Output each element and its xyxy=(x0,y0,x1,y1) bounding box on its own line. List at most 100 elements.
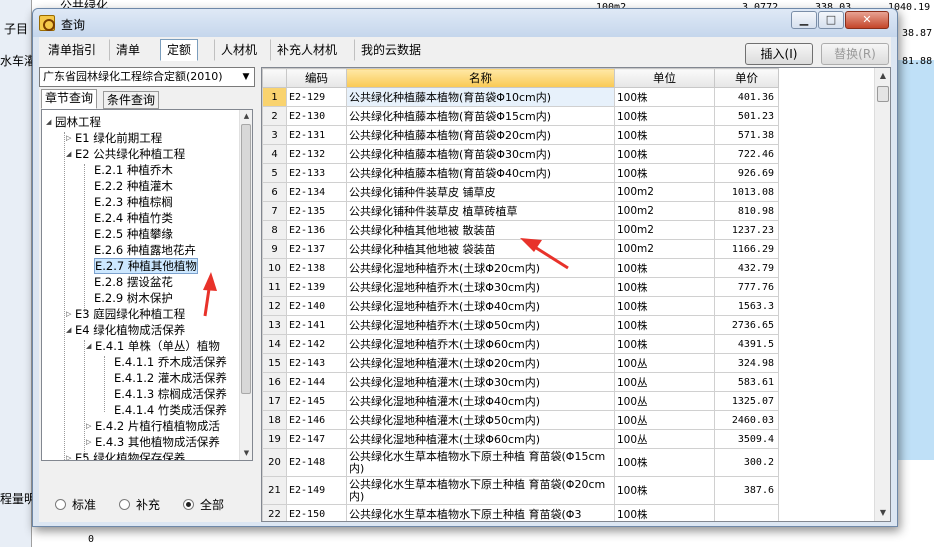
code-cell[interactable]: E2-138 xyxy=(286,258,347,278)
code-cell[interactable]: E2-141 xyxy=(286,315,347,335)
unit-cell[interactable]: 100株 xyxy=(614,258,715,278)
filter-all-radio[interactable]: 全部 xyxy=(183,497,224,513)
row-index-cell[interactable]: 17 xyxy=(262,391,287,411)
tree-node-e3[interactable]: ▷ E3 庭园绿化种植工程 xyxy=(66,306,185,322)
tree-node-e5[interactable]: ▷ E5 绿化植物保存保养 xyxy=(66,450,185,460)
tab-my-cloud-data[interactable]: 我的云数据 xyxy=(354,39,428,61)
expanded-triangle-icon[interactable]: ◢ xyxy=(66,322,75,338)
table-row[interactable]: 1 E2-129 公共绿化种植藤本植物(育苗袋Φ10cm内) 100株 401.36 xyxy=(262,87,779,107)
row-index-cell[interactable]: 11 xyxy=(262,277,287,297)
name-cell[interactable]: 公共绿化湿地种植灌木(土球Φ40cm内) xyxy=(346,391,615,411)
code-cell[interactable]: E2-132 xyxy=(286,144,347,164)
unit-cell[interactable]: 100株 xyxy=(614,296,715,316)
tree-node-e4[interactable]: ◢ E4 绿化植物成活保养 xyxy=(66,322,185,338)
unit-cell[interactable]: 100丛 xyxy=(614,372,715,392)
table-row[interactable]: 16 E2-144 公共绿化湿地种植灌木(土球Φ30cm内) 100丛 583.61 xyxy=(262,372,779,392)
row-index-cell[interactable]: 21 xyxy=(262,476,287,505)
unit-cell[interactable]: 100丛 xyxy=(614,353,715,373)
name-cell[interactable]: 公共绿化种植藤本植物(育苗袋Φ40cm内) xyxy=(346,163,615,183)
table-row[interactable]: 11 E2-139 公共绿化湿地种植乔木(土球Φ30cm内) 100株 777.76 xyxy=(262,277,779,297)
name-cell[interactable]: 公共绿化湿地种植乔木(土球Φ30cm内) xyxy=(346,277,615,297)
price-cell[interactable]: 1237.23 xyxy=(714,220,779,240)
collapsed-triangle-icon[interactable]: ▷ xyxy=(66,130,75,146)
table-row[interactable]: 4 E2-132 公共绿化种植藤本植物(育苗袋Φ30cm内) 100株 722.46 xyxy=(262,144,779,164)
unit-cell[interactable]: 100株 xyxy=(614,277,715,297)
price-cell[interactable]: 810.98 xyxy=(714,201,779,221)
row-index-cell[interactable]: 10 xyxy=(262,258,287,278)
price-cell[interactable]: 571.38 xyxy=(714,125,779,145)
code-cell[interactable]: E2-130 xyxy=(286,106,347,126)
code-cell[interactable]: E2-133 xyxy=(286,163,347,183)
filter-supplement-radio[interactable]: 补充 xyxy=(119,497,160,513)
collapsed-triangle-icon[interactable]: ▷ xyxy=(86,418,95,434)
tree-node-e2[interactable]: ◢ E2 公共绿化种植工程 xyxy=(66,146,185,162)
price-cell[interactable]: 722.46 xyxy=(714,144,779,164)
price-cell[interactable]: 1563.3 xyxy=(714,296,779,316)
code-cell[interactable]: E2-142 xyxy=(286,334,347,354)
unit-cell[interactable]: 100株 xyxy=(614,87,715,107)
price-cell[interactable]: 1325.07 xyxy=(714,391,779,411)
tree-node-e413[interactable]: E.4.1.3 棕榈成活保养 xyxy=(114,386,227,402)
unit-cell[interactable]: 100m2 xyxy=(614,182,715,202)
collapsed-triangle-icon[interactable]: ▷ xyxy=(66,450,75,460)
price-cell[interactable]: 300.2 xyxy=(714,448,779,477)
tree-scrollbar[interactable]: ▲ ▼ xyxy=(239,110,252,460)
price-cell[interactable]: 324.98 xyxy=(714,353,779,373)
tree-node-e43[interactable]: ▷ E.4.3 其他植物成活保养 xyxy=(86,434,220,450)
table-row[interactable]: 10 E2-138 公共绿化湿地种植乔木(土球Φ20cm内) 100株 432.79 xyxy=(262,258,779,278)
tab-chapter-query[interactable]: 章节查询 xyxy=(41,89,98,109)
code-cell[interactable]: E2-143 xyxy=(286,353,347,373)
scroll-down-icon[interactable]: ▼ xyxy=(240,447,252,460)
price-cell[interactable]: 1166.29 xyxy=(714,239,779,259)
name-cell[interactable]: 公共绿化水生草本植物水下原土种植 育苗袋(Φ3 xyxy=(346,504,615,521)
table-row[interactable]: 14 E2-142 公共绿化湿地种植乔木(土球Φ60cm内) 100株 4391.5 xyxy=(262,334,779,354)
name-cell[interactable]: 公共绿化种植藤本植物(育苗袋Φ15cm内) xyxy=(346,106,615,126)
unit-cell[interactable]: 100株 xyxy=(614,448,715,477)
name-cell[interactable]: 公共绿化水生草本植物水下原土种植 育苗袋(Φ15cm内) xyxy=(346,448,615,477)
table-row[interactable]: 13 E2-141 公共绿化湿地种植乔木(土球Φ50cm内) 100株 2736.65 xyxy=(262,315,779,335)
table-row[interactable]: 3 E2-131 公共绿化种植藤本植物(育苗袋Φ20cm内) 100株 571.38 xyxy=(262,125,779,145)
unit-cell[interactable]: 100株 xyxy=(614,504,715,521)
unit-cell[interactable]: 100株 xyxy=(614,334,715,354)
name-cell[interactable]: 公共绿化水生草本植物水下原土种植 育苗袋(Φ20cm内) xyxy=(346,476,615,505)
col-header-name[interactable]: 名称 xyxy=(346,68,615,88)
table-row[interactable]: 17 E2-145 公共绿化湿地种植灌木(土球Φ40cm内) 100丛 1325.07 xyxy=(262,391,779,411)
scroll-up-icon[interactable]: ▲ xyxy=(240,110,252,123)
name-cell[interactable]: 公共绿化湿地种植灌木(土球Φ50cm内) xyxy=(346,410,615,430)
unit-cell[interactable]: 100丛 xyxy=(614,410,715,430)
table-row[interactable]: 6 E2-134 公共绿化铺种件装草皮 铺草皮 100m2 1013.08 xyxy=(262,182,779,202)
price-cell[interactable]: 401.36 xyxy=(714,87,779,107)
row-index-cell[interactable]: 7 xyxy=(262,201,287,221)
unit-cell[interactable]: 100株 xyxy=(614,106,715,126)
code-cell[interactable]: E2-137 xyxy=(286,239,347,259)
price-cell[interactable] xyxy=(714,504,779,521)
price-cell[interactable]: 583.61 xyxy=(714,372,779,392)
code-cell[interactable]: E2-147 xyxy=(286,429,347,449)
name-cell[interactable]: 公共绿化种植藤本植物(育苗袋Φ30cm内) xyxy=(346,144,615,164)
code-cell[interactable]: E2-135 xyxy=(286,201,347,221)
row-index-cell[interactable]: 1 xyxy=(262,87,287,107)
col-header-unit[interactable]: 单位 xyxy=(614,68,715,88)
row-index-cell[interactable]: 12 xyxy=(262,296,287,316)
filter-standard-radio[interactable]: 标准 xyxy=(55,497,96,513)
unit-cell[interactable]: 100株 xyxy=(614,144,715,164)
table-row[interactable]: 21 E2-149 公共绿化水生草本植物水下原土种植 育苗袋(Φ20cm内) 100株… xyxy=(262,476,779,505)
close-button[interactable]: ✕ xyxy=(845,11,889,29)
grid-scroll-thumb[interactable] xyxy=(877,86,889,102)
name-cell[interactable]: 公共绿化种植其他地被 袋装苗 xyxy=(346,239,615,259)
replace-button[interactable]: 替换(R) xyxy=(821,43,889,65)
price-cell[interactable]: 3509.4 xyxy=(714,429,779,449)
code-cell[interactable]: E2-144 xyxy=(286,372,347,392)
row-index-cell[interactable]: 16 xyxy=(262,372,287,392)
name-cell[interactable]: 公共绿化种植藤本植物(育苗袋Φ20cm内) xyxy=(346,125,615,145)
name-cell[interactable]: 公共绿化湿地种植乔木(土球Φ20cm内) xyxy=(346,258,615,278)
minimize-button[interactable]: ▁ xyxy=(791,11,817,29)
code-cell[interactable]: E2-149 xyxy=(286,476,347,505)
tree-node-root[interactable]: ◢ 园林工程 xyxy=(46,114,101,130)
expanded-triangle-icon[interactable]: ◢ xyxy=(46,114,55,130)
row-index-cell[interactable]: 22 xyxy=(262,504,287,521)
code-cell[interactable]: E2-131 xyxy=(286,125,347,145)
unit-cell[interactable]: 100m2 xyxy=(614,220,715,240)
grid-scrollbar[interactable]: ▲ ▼ xyxy=(874,68,890,521)
name-cell[interactable]: 公共绿化湿地种植乔木(土球Φ60cm内) xyxy=(346,334,615,354)
